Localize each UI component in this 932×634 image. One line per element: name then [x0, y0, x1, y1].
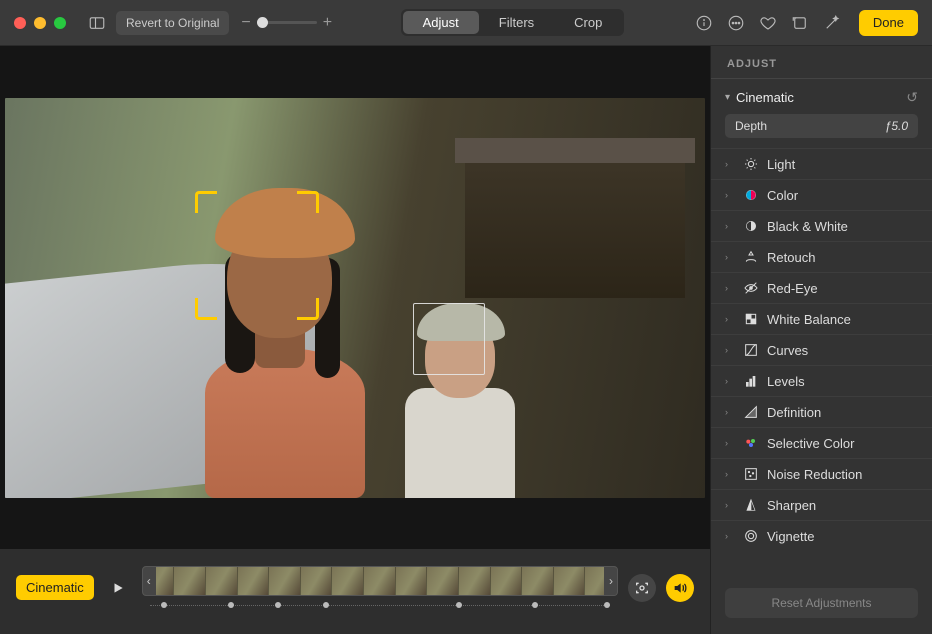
- levels-icon: [743, 373, 759, 389]
- chevron-right-icon: ›: [725, 407, 735, 417]
- focus-track[interactable]: [142, 602, 618, 610]
- adjust-label: White Balance: [767, 312, 851, 327]
- light-icon: [743, 156, 759, 172]
- color-icon: [743, 187, 759, 203]
- filmstrip[interactable]: ‹ ›: [142, 566, 618, 596]
- tab-filters[interactable]: Filters: [479, 11, 554, 34]
- adjust-retouch[interactable]: › Retouch: [711, 241, 932, 272]
- more-icon[interactable]: [725, 12, 747, 34]
- favorite-icon[interactable]: [757, 12, 779, 34]
- primary-focus-box[interactable]: [197, 193, 317, 318]
- adjust-label: Selective Color: [767, 436, 854, 451]
- tab-crop[interactable]: Crop: [554, 11, 622, 34]
- chevron-right-icon: ›: [725, 190, 735, 200]
- definition-icon: [743, 404, 759, 420]
- viewer[interactable]: [0, 46, 710, 549]
- adjust-definition[interactable]: › Definition: [711, 396, 932, 427]
- revert-button[interactable]: Revert to Original: [116, 11, 229, 35]
- chevron-right-icon: ›: [725, 345, 735, 355]
- depth-row[interactable]: Depth ƒ5.0: [725, 114, 918, 138]
- adjust-sharpen[interactable]: › Sharpen: [711, 489, 932, 520]
- rotate-icon[interactable]: [789, 12, 811, 34]
- adjust-label: Definition: [767, 405, 821, 420]
- timeline: ‹ ›: [142, 566, 618, 610]
- chevron-right-icon: ›: [725, 221, 735, 231]
- toolbar-right: [693, 12, 843, 34]
- adjust-noise-reduction[interactable]: › Noise Reduction: [711, 458, 932, 489]
- zoom-out-icon[interactable]: −: [241, 14, 250, 32]
- adjust-label: Light: [767, 157, 795, 172]
- adjust-label: Red-Eye: [767, 281, 818, 296]
- bottom-bar: Cinematic ‹ ›: [0, 549, 710, 634]
- adjust-label: Vignette: [767, 529, 814, 544]
- cinematic-label: Cinematic: [736, 90, 794, 105]
- vignette-icon: [743, 528, 759, 544]
- bw-icon: [743, 218, 759, 234]
- edit-mode-tabs: Adjust Filters Crop: [401, 9, 625, 36]
- adjust-label: Black & White: [767, 219, 848, 234]
- adjust-color[interactable]: › Color: [711, 179, 932, 210]
- sidebar-toggle-icon[interactable]: [86, 12, 108, 34]
- adjust-sidebar: ADJUST ▾ Cinematic ↺ Depth ƒ5.0 › Light …: [710, 46, 932, 634]
- zoom-in-icon[interactable]: +: [323, 14, 332, 32]
- redeye-icon: [743, 280, 759, 296]
- chevron-right-icon: ›: [725, 314, 735, 324]
- zoom-control[interactable]: − +: [241, 14, 332, 32]
- retouch-icon: [743, 249, 759, 265]
- adjust-light[interactable]: › Light: [711, 148, 932, 179]
- video-frame: [5, 98, 705, 498]
- noise-icon: [743, 466, 759, 482]
- depth-value: ƒ5.0: [885, 119, 908, 133]
- adjust-label: Sharpen: [767, 498, 816, 513]
- trim-end-handle[interactable]: ›: [604, 566, 618, 596]
- selective-color-icon: [743, 435, 759, 451]
- chevron-right-icon: ›: [725, 283, 735, 293]
- adjust-levels[interactable]: › Levels: [711, 365, 932, 396]
- adjust-wb[interactable]: › White Balance: [711, 303, 932, 334]
- auto-enhance-icon[interactable]: [821, 12, 843, 34]
- adjust-redeye[interactable]: › Red-Eye: [711, 272, 932, 303]
- autofocus-button[interactable]: [628, 574, 656, 602]
- depth-label: Depth: [735, 119, 767, 133]
- info-icon[interactable]: [693, 12, 715, 34]
- adjust-bw[interactable]: › Black & White: [711, 210, 932, 241]
- audio-button[interactable]: [666, 574, 694, 602]
- zoom-slider[interactable]: [257, 21, 317, 24]
- chevron-right-icon: ›: [725, 438, 735, 448]
- adjustments-list: › Light › Color › Black & White › Retouc…: [711, 148, 932, 576]
- window-controls: [14, 17, 66, 29]
- sharpen-icon: [743, 497, 759, 513]
- chevron-right-icon: ›: [725, 159, 735, 169]
- adjust-selective-color[interactable]: › Selective Color: [711, 427, 932, 458]
- adjust-label: Retouch: [767, 250, 815, 265]
- secondary-focus-box[interactable]: [413, 303, 485, 375]
- adjust-label: Levels: [767, 374, 805, 389]
- cinematic-toggle[interactable]: Cinematic: [16, 575, 94, 600]
- zoom-window-button[interactable]: [54, 17, 66, 29]
- adjust-label: Noise Reduction: [767, 467, 862, 482]
- curves-icon: [743, 342, 759, 358]
- close-window-button[interactable]: [14, 17, 26, 29]
- chevron-down-icon: ▾: [725, 92, 730, 103]
- trim-start-handle[interactable]: ‹: [142, 566, 156, 596]
- adjust-curves[interactable]: › Curves: [711, 334, 932, 365]
- titlebar: Revert to Original − + Adjust Filters Cr…: [0, 0, 932, 46]
- tab-adjust[interactable]: Adjust: [403, 11, 479, 34]
- chevron-right-icon: ›: [725, 252, 735, 262]
- adjust-label: Curves: [767, 343, 808, 358]
- reset-adjustments-button[interactable]: Reset Adjustments: [725, 588, 918, 618]
- chevron-right-icon: ›: [725, 500, 735, 510]
- wb-icon: [743, 311, 759, 327]
- adjust-vignette[interactable]: › Vignette: [711, 520, 932, 551]
- cinematic-section-header[interactable]: ▾ Cinematic ↺: [711, 79, 932, 114]
- chevron-right-icon: ›: [725, 376, 735, 386]
- reset-cinematic-icon[interactable]: ↺: [906, 89, 918, 106]
- done-button[interactable]: Done: [859, 10, 918, 36]
- chevron-right-icon: ›: [725, 531, 735, 541]
- sidebar-title: ADJUST: [711, 46, 932, 79]
- minimize-window-button[interactable]: [34, 17, 46, 29]
- adjust-label: Color: [767, 188, 798, 203]
- chevron-right-icon: ›: [725, 469, 735, 479]
- play-button[interactable]: [104, 574, 132, 602]
